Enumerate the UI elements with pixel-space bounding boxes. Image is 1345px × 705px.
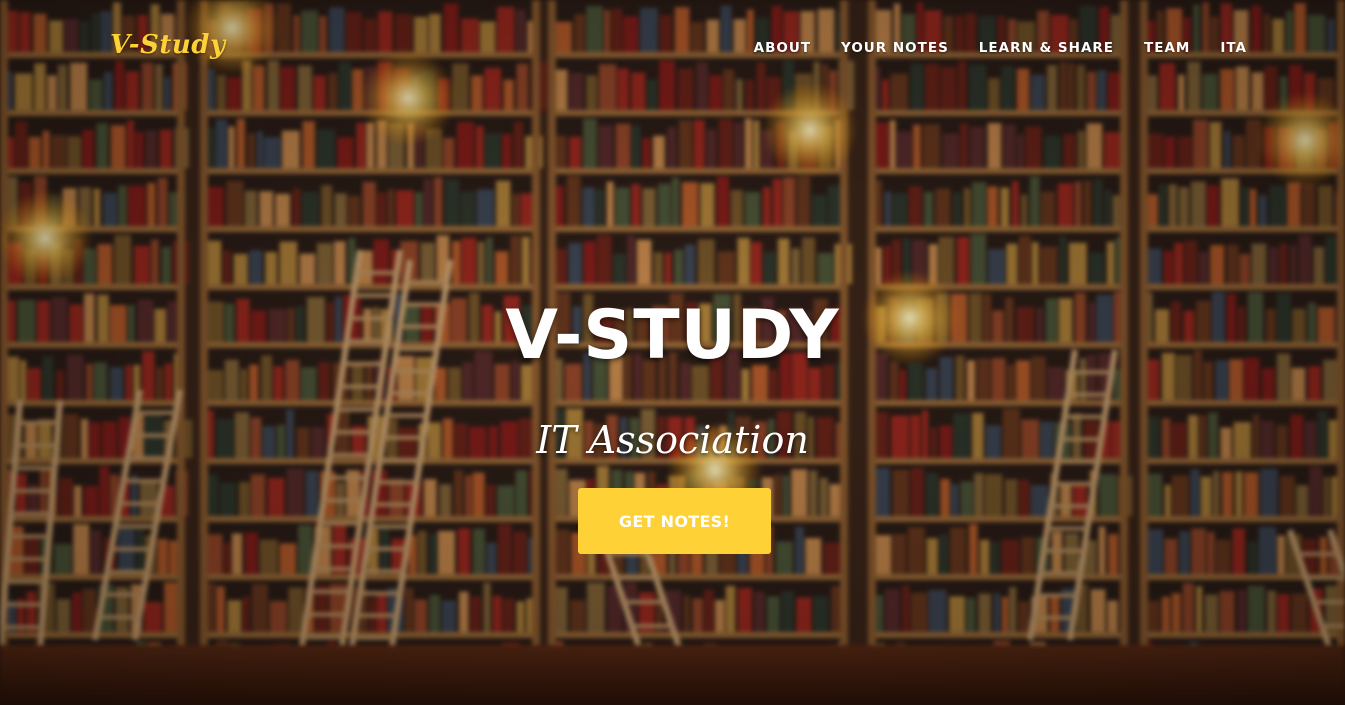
- nav-item-about[interactable]: ABOUT: [754, 40, 811, 56]
- nav-menu: ABOUT YOUR NOTES LEARN & SHARE TEAM ITA: [754, 40, 1247, 56]
- nav-item-team[interactable]: TEAM: [1144, 40, 1190, 56]
- nav-item-learn-share[interactable]: LEARN & SHARE: [979, 40, 1114, 56]
- nav-item-ita[interactable]: ITA: [1220, 40, 1247, 56]
- hero-subtitle: IT Association: [536, 418, 809, 462]
- hero-title: V-STUDY: [505, 296, 840, 375]
- brand-logo-link[interactable]: V-Study: [110, 30, 226, 60]
- get-notes-button[interactable]: GET NOTES!: [578, 488, 771, 554]
- top-navbar: V-Study ABOUT YOUR NOTES LEARN & SHARE T…: [0, 0, 1345, 96]
- nav-item-your-notes[interactable]: YOUR NOTES: [841, 40, 949, 56]
